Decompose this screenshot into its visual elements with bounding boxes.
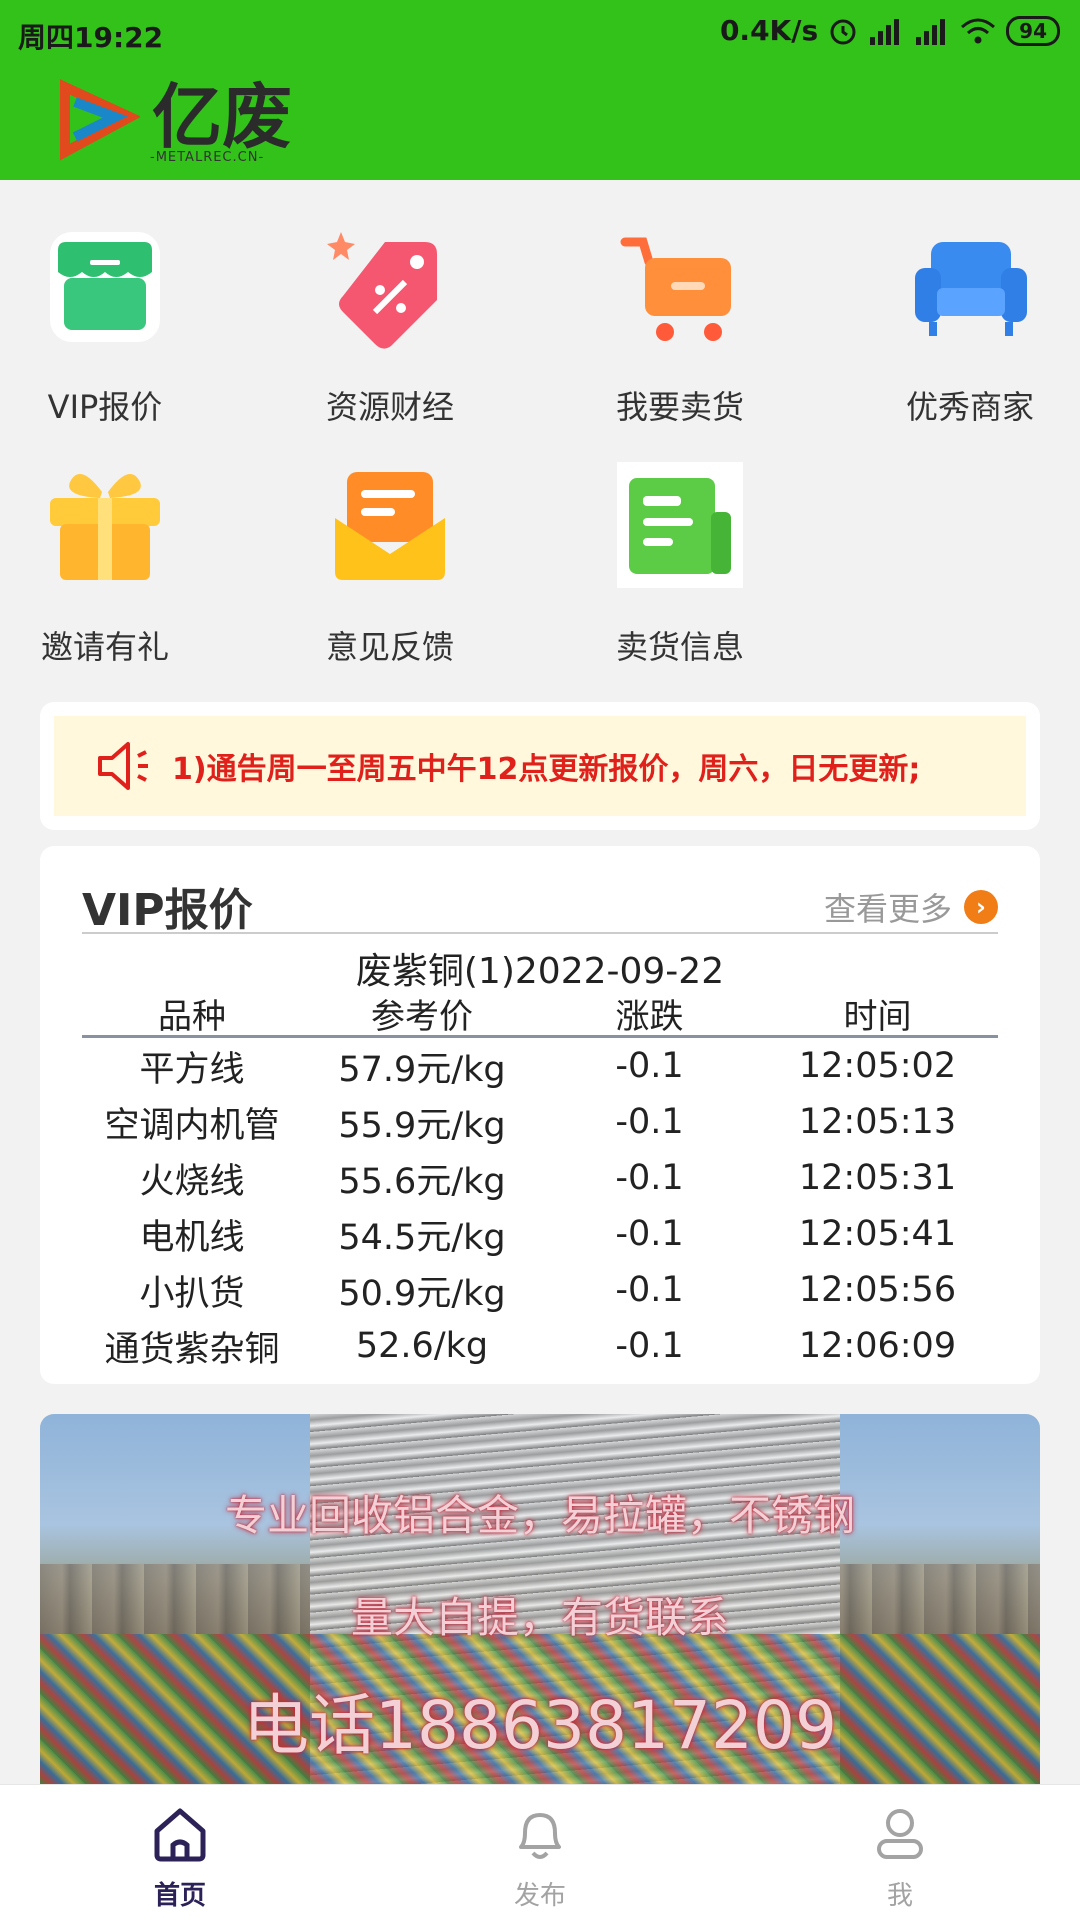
column-header: 参考价 <box>371 997 473 1037</box>
divider <box>82 932 998 934</box>
status-bar: 周四19:22 0.4K/s 94 <box>0 0 1080 70</box>
menu-label: 卖货信息 <box>615 628 744 666</box>
bottom-tab-bar: 首页 发布 我 <box>0 1784 1080 1920</box>
cell-price: 50.9元/kg <box>338 1273 506 1314</box>
user-icon <box>877 1809 923 1859</box>
menu-label: 资源财经 <box>325 388 454 426</box>
menu-item-invite[interactable]: 邀请有礼 <box>5 462 205 668</box>
cell-variety: 小扒货 <box>139 1273 245 1314</box>
cell-variety: 火烧线 <box>139 1161 245 1202</box>
menu-item-finance[interactable]: 资源财经 <box>290 222 490 428</box>
table-row: 通货紫杂铜 52.6/kg -0.1 12:06:09 <box>82 1318 998 1374</box>
document-icon <box>617 462 743 588</box>
banner-line-2: 量大自提，有货联系 <box>350 1593 729 1642</box>
menu-label: 意见反馈 <box>325 628 454 666</box>
cell-variety: 空调内机管 <box>104 1105 280 1146</box>
cell-change: -0.1 <box>615 1102 684 1142</box>
cell-price: 57.9元/kg <box>338 1049 506 1090</box>
view-more-label: 查看更多 <box>823 890 952 928</box>
status-time: 周四19:22 <box>18 21 164 54</box>
shop-icon <box>50 232 160 342</box>
menu-item-merchants[interactable]: 优秀商家 <box>870 222 1070 428</box>
cart-icon <box>620 237 731 341</box>
cell-price: 55.6元/kg <box>338 1161 506 1202</box>
notice-banner: 1)通告周一至周五中午12点更新报价，周六，日无更新; <box>54 716 1026 816</box>
menu-label: 优秀商家 <box>905 388 1034 426</box>
hd-signal-icon <box>916 18 946 45</box>
chevron-right-icon: › <box>964 890 998 924</box>
notice-text: 1)通告周一至周五中午12点更新报价，周六，日无更新; <box>172 752 921 787</box>
table-row: 空调内机管 55.9元/kg -0.1 12:05:13 <box>82 1094 998 1150</box>
cell-change: -0.1 <box>615 1158 684 1198</box>
tab-publish[interactable]: 发布 <box>460 1803 620 1912</box>
menu-label: VIP报价 <box>47 388 163 426</box>
cell-price: 52.6/kg <box>355 1326 489 1366</box>
column-header: 涨跌 <box>615 997 684 1037</box>
cell-time: 12:05:02 <box>798 1046 957 1086</box>
column-header: 品种 <box>158 997 226 1037</box>
cell-price: 55.9元/kg <box>338 1105 506 1146</box>
menu-item-sale-info[interactable]: 卖货信息 <box>580 462 780 668</box>
gift-icon <box>50 474 160 580</box>
notice-card[interactable]: 1)通告周一至周五中午12点更新报价，周六，日无更新; <box>40 702 1040 830</box>
cell-time: 12:05:56 <box>798 1270 957 1310</box>
brand-logo: 亿废 <box>55 72 292 162</box>
signal-icon <box>870 18 900 45</box>
column-header: 时间 <box>843 997 912 1037</box>
network-speed: 0.4K/s <box>719 14 819 47</box>
tab-label: 我 <box>886 1881 913 1911</box>
vip-quotes-card: VIP报价 查看更多 › 废紫铜(1)2022-09-22 品种 参考价 涨跌 … <box>40 846 1040 1384</box>
brand-name: 亿废 <box>152 76 292 158</box>
promo-banner[interactable]: 专业回收铝合金，易拉罐，不锈钢 量大自提，有货联系 电话18863817209 <box>40 1414 1040 1784</box>
menu-label: 我要卖货 <box>615 388 744 426</box>
table-row: 平方线 57.9元/kg -0.1 12:05:02 <box>82 1038 998 1094</box>
cell-time: 12:05:41 <box>798 1214 957 1254</box>
wifi-icon <box>961 18 996 43</box>
speaker-icon <box>98 742 148 790</box>
table-row: 电机线 54.5元/kg -0.1 12:05:41 <box>82 1206 998 1262</box>
cell-change: -0.1 <box>615 1214 684 1254</box>
menu-item-sell[interactable]: 我要卖货 <box>580 222 780 428</box>
table-header: 品种 参考价 涨跌 时间 <box>82 992 998 1038</box>
logo-mark-icon <box>60 79 140 161</box>
menu-item-feedback[interactable]: 意见反馈 <box>290 462 490 668</box>
app-header: 周四19:22 0.4K/s 94 亿废 -METALREC.CN- <box>0 0 1080 180</box>
cell-variety: 平方线 <box>139 1049 245 1090</box>
cell-variety: 电机线 <box>139 1217 245 1258</box>
envelope-icon <box>335 472 445 580</box>
quote-subtitle: 废紫铜(1)2022-09-22 <box>355 951 725 992</box>
table-row: 火烧线 55.6元/kg -0.1 12:05:31 <box>82 1150 998 1206</box>
tab-label: 发布 <box>513 1881 566 1911</box>
quote-table: 品种 参考价 涨跌 时间 平方线 57.9元/kg -0.1 12:05:02 … <box>82 992 998 1374</box>
table-row: 小扒货 50.9元/kg -0.1 12:05:56 <box>82 1262 998 1318</box>
alarm-icon <box>830 19 856 44</box>
battery-indicator: 94 <box>1006 15 1060 46</box>
view-more-link[interactable]: 查看更多 › <box>824 884 998 930</box>
cell-change: -0.1 <box>615 1326 684 1366</box>
cell-time: 12:06:09 <box>798 1326 957 1366</box>
cell-time: 12:05:31 <box>798 1158 957 1198</box>
tab-me[interactable]: 我 <box>820 1803 980 1912</box>
section-title: VIP报价 <box>82 885 253 936</box>
cell-change: -0.1 <box>615 1270 684 1310</box>
tab-label: 首页 <box>153 1881 206 1911</box>
brand-subtitle: -METALREC.CN- <box>150 150 265 165</box>
menu-label: 邀请有礼 <box>40 628 169 666</box>
cell-variety: 通货紫杂铜 <box>104 1329 280 1370</box>
banner-line-1: 专业回收铝合金，易拉罐，不锈钢 <box>224 1491 855 1540</box>
home-icon <box>154 1808 206 1862</box>
tab-home[interactable]: 首页 <box>100 1803 260 1912</box>
menu-item-vip-quotes[interactable]: VIP报价 <box>5 222 205 428</box>
tag-icon <box>327 232 437 349</box>
sofa-icon <box>915 242 1027 336</box>
cell-change: -0.1 <box>615 1046 684 1086</box>
status-indicators: 0.4K/s 94 <box>720 14 1060 47</box>
bell-icon <box>519 1813 561 1859</box>
cell-price: 54.5元/kg <box>338 1217 506 1258</box>
cell-time: 12:05:13 <box>798 1102 957 1142</box>
banner-phone: 电话18863817209 <box>243 1687 837 1764</box>
